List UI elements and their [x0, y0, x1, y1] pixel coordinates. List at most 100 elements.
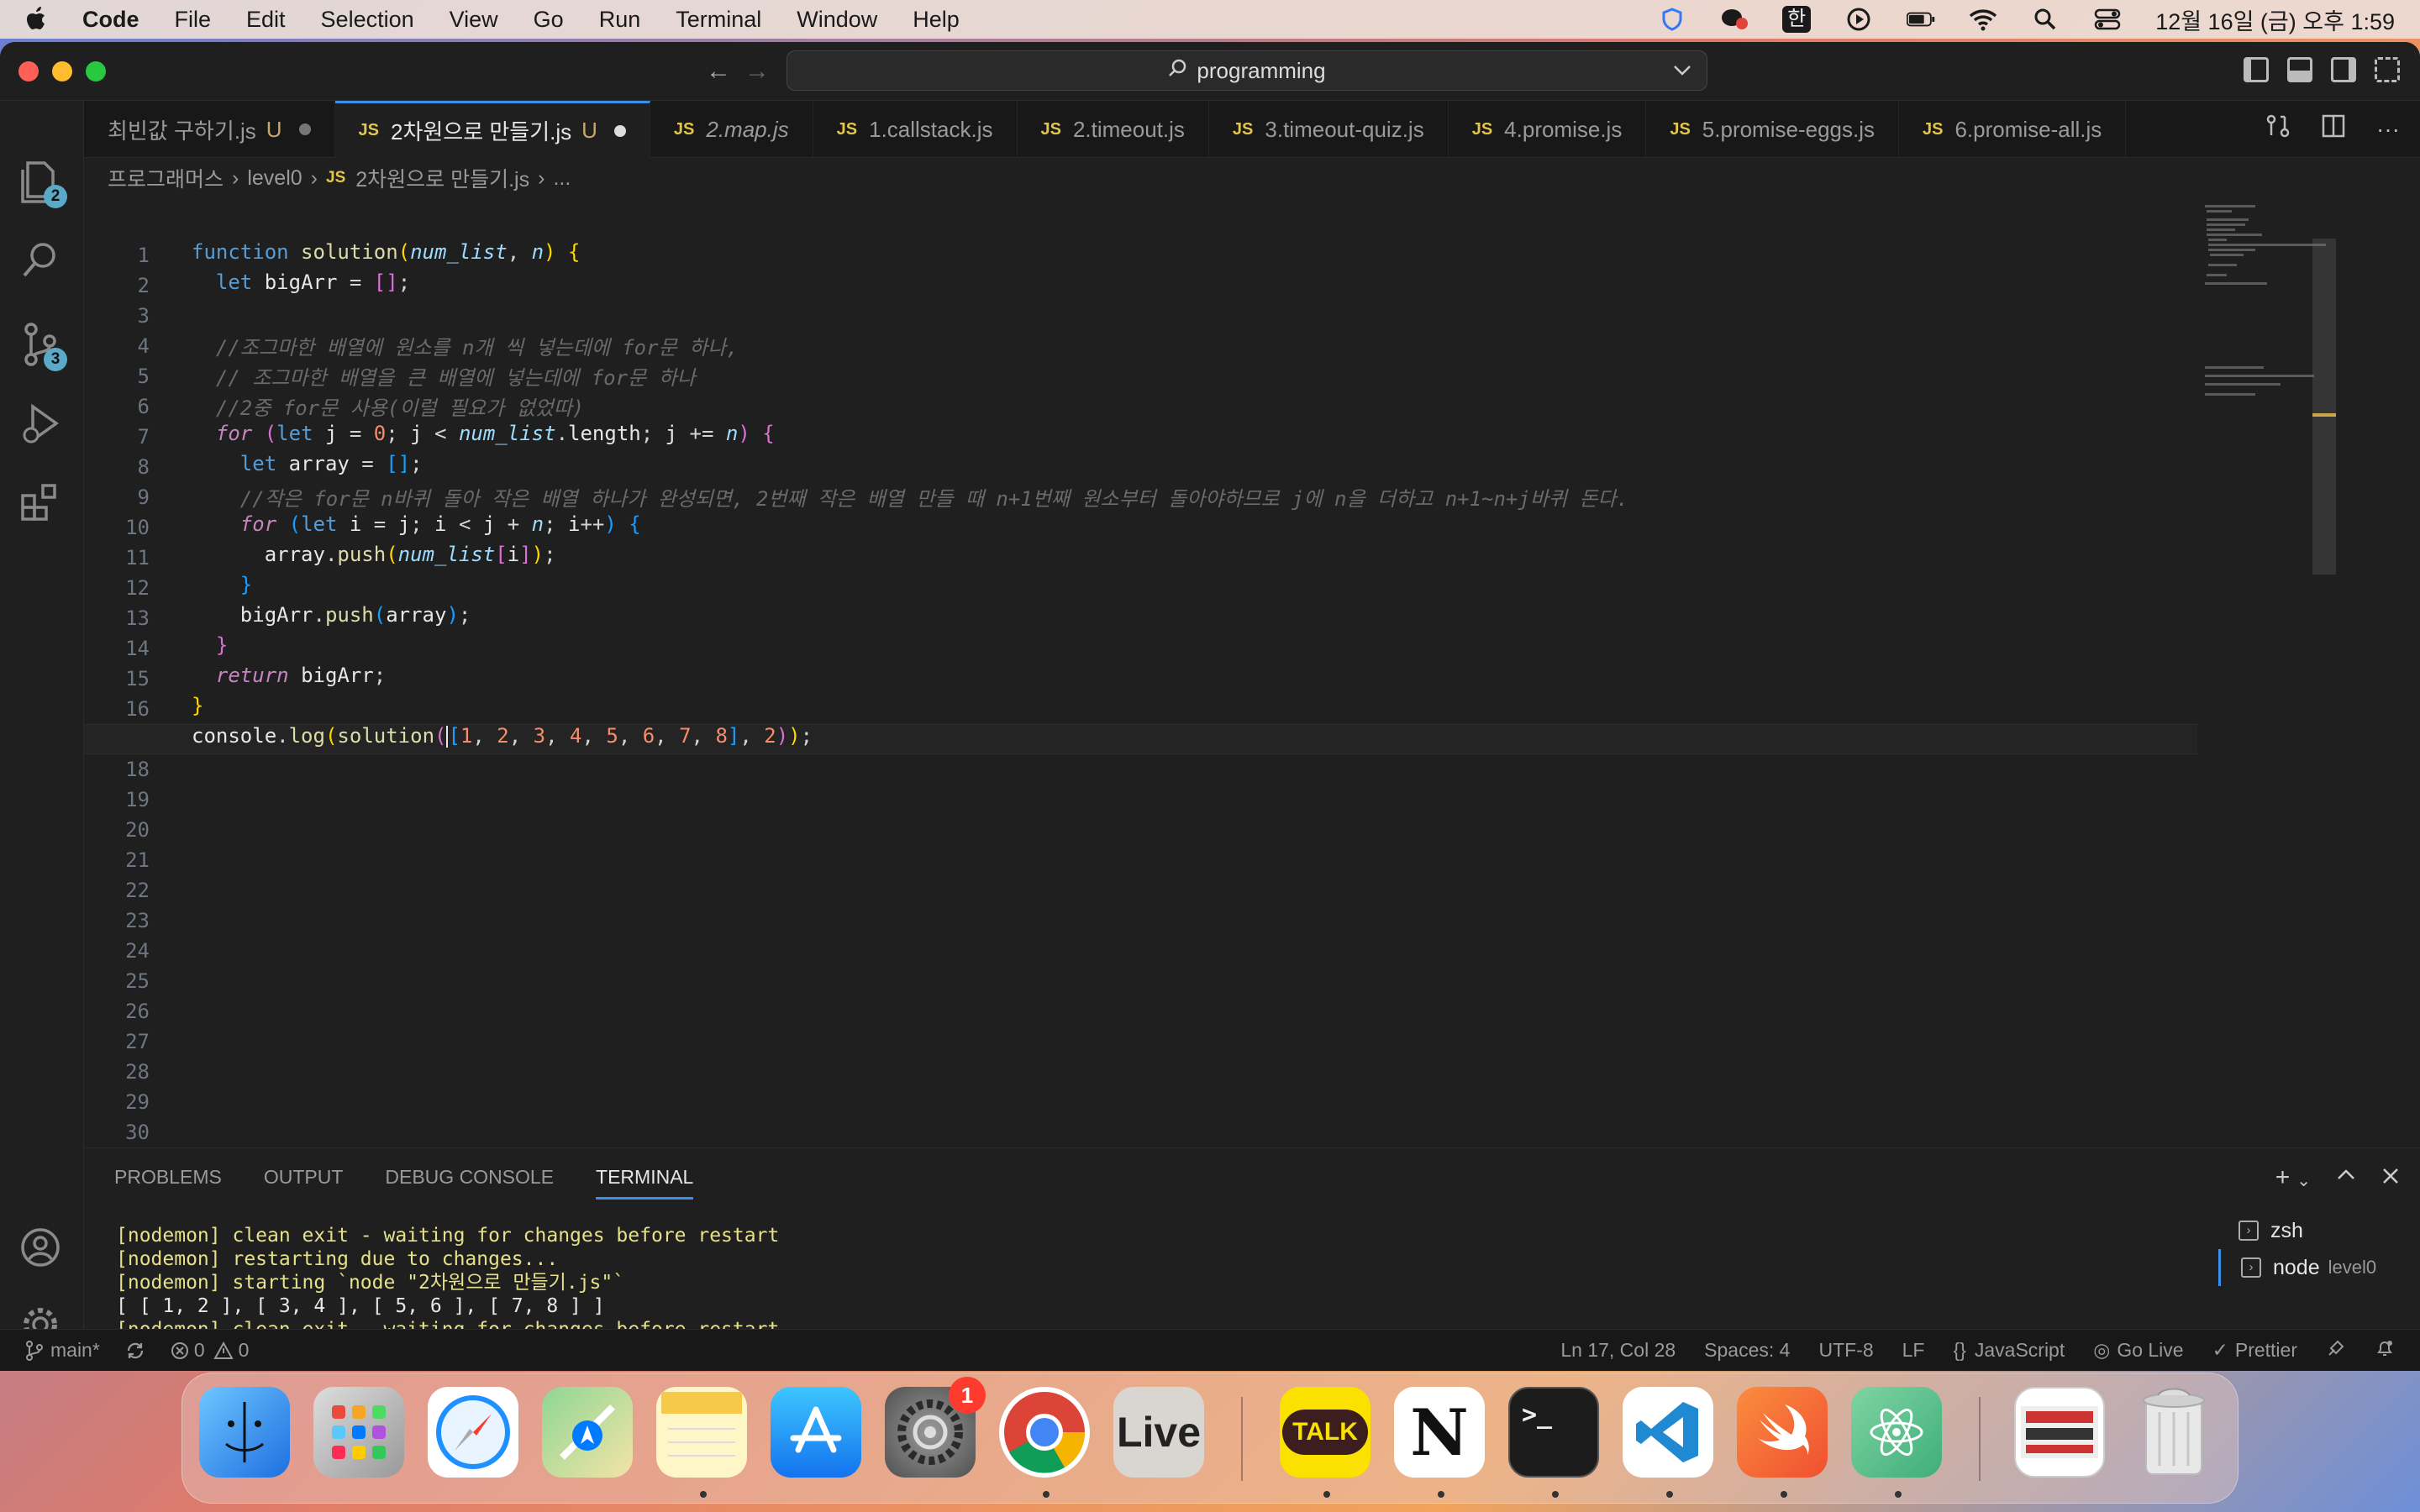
- code-line-1[interactable]: function solution(num_list, n) {: [192, 240, 580, 264]
- menu-selection[interactable]: Selection: [321, 7, 414, 33]
- prettier-status[interactable]: ✓ Prettier: [2212, 1339, 2297, 1362]
- branch-indicator[interactable]: main*: [25, 1339, 100, 1362]
- breadcrumb-item[interactable]: level0: [247, 166, 302, 191]
- unsaved-dot-icon[interactable]: [613, 124, 626, 137]
- close-window-button[interactable]: [18, 61, 39, 81]
- tab-2d-array[interactable]: JS 2차원으로 만들기.js U: [334, 101, 650, 158]
- menu-edit[interactable]: Edit: [246, 7, 286, 33]
- code-line-8[interactable]: let array = [];: [192, 452, 423, 475]
- maximize-window-button[interactable]: [86, 61, 106, 81]
- tab-terminal[interactable]: TERMINAL: [596, 1166, 694, 1200]
- control-center-icon[interactable]: [2093, 7, 2122, 32]
- editor-scrollbar[interactable]: [2312, 239, 2336, 575]
- breadcrumb-item[interactable]: ...: [553, 166, 571, 191]
- feedback-icon[interactable]: [2326, 1338, 2346, 1363]
- menubar-clock[interactable]: 12월 16일 (금) 오후 1:59: [2155, 3, 2395, 36]
- unsaved-dot-icon[interactable]: [298, 123, 311, 135]
- code-line-10[interactable]: for (let i = j; i < j + n; i++) {: [192, 512, 641, 536]
- split-editor-icon[interactable]: [2321, 113, 2346, 144]
- accounts-icon[interactable]: [17, 1226, 64, 1273]
- maximize-panel-chevron-up-icon[interactable]: [2336, 1163, 2356, 1192]
- tab-promise-all[interactable]: JS 6.promise-all.js: [1899, 101, 2127, 158]
- battery-icon[interactable]: [1907, 7, 1935, 32]
- spotlight-search-icon[interactable]: [2031, 7, 2060, 32]
- customize-layout-icon[interactable]: [2375, 57, 2400, 82]
- atom-app-icon[interactable]: [1851, 1387, 1942, 1478]
- code-line-7[interactable]: for (let j = 0; j < num_list.length; j +…: [192, 422, 775, 445]
- toggle-primary-sidebar-icon[interactable]: [2244, 57, 2269, 82]
- kakaotalk-app-icon[interactable]: TALK: [1280, 1387, 1370, 1478]
- explorer-icon[interactable]: 2: [17, 158, 67, 208]
- chat-notification-icon[interactable]: [1720, 7, 1749, 32]
- tab-debug-console[interactable]: DEBUG CONSOLE: [385, 1166, 554, 1189]
- problems-indicator[interactable]: 0 0: [171, 1339, 249, 1362]
- code-editor[interactable]: 1234567891011121314151617181920212223242…: [84, 198, 2336, 1147]
- terminal-instance-node[interactable]: › node level0: [2218, 1249, 2420, 1286]
- close-panel-icon[interactable]: [2381, 1163, 2400, 1192]
- swift-playgrounds-app-icon[interactable]: [1737, 1387, 1828, 1478]
- apple-menu-icon[interactable]: [25, 6, 49, 33]
- code-line-16[interactable]: }: [192, 694, 203, 717]
- more-actions-icon[interactable]: ···: [2376, 116, 2400, 143]
- app-store-app-icon[interactable]: [771, 1387, 861, 1478]
- language-mode[interactable]: {} JavaScript: [1953, 1339, 2065, 1362]
- code-line-15[interactable]: return bigArr;: [192, 664, 386, 687]
- tab-timeout[interactable]: JS 2.timeout.js: [1018, 101, 1209, 158]
- code-line-17[interactable]: console.log(solution([1, 2, 3, 4, 5, 6, …: [192, 724, 813, 748]
- menu-app-name[interactable]: Code: [82, 7, 139, 33]
- end-of-line[interactable]: LF: [1902, 1339, 1925, 1362]
- safari-app-icon[interactable]: [428, 1387, 518, 1478]
- tab-output[interactable]: OUTPUT: [264, 1166, 344, 1189]
- go-live-button[interactable]: ◎ Go Live: [2093, 1339, 2183, 1362]
- launchpad-app-icon[interactable]: [313, 1387, 404, 1478]
- chevron-down-icon[interactable]: [1673, 60, 1691, 81]
- breadcrumb-item[interactable]: 2차원으로 만들기.js: [355, 163, 529, 193]
- toggle-secondary-sidebar-icon[interactable]: [2331, 57, 2356, 82]
- source-control-icon[interactable]: 3: [17, 321, 67, 371]
- input-source-indicator[interactable]: 한: [1782, 6, 1812, 33]
- chevron-down-icon[interactable]: ⌄: [2296, 1170, 2311, 1192]
- breadcrumb-item[interactable]: 프로그래머스: [108, 163, 224, 193]
- menu-window[interactable]: Window: [797, 7, 877, 33]
- menu-go[interactable]: Go: [534, 7, 564, 33]
- back-arrow-icon[interactable]: ←: [706, 57, 731, 86]
- cursor-position[interactable]: Ln 17, Col 28: [1560, 1339, 1676, 1362]
- maps-app-icon[interactable]: [542, 1387, 633, 1478]
- live-app-icon[interactable]: Live: [1113, 1387, 1204, 1478]
- trash-icon[interactable]: [2128, 1387, 2219, 1478]
- open-changes-icon[interactable]: [2265, 113, 2291, 144]
- tab-mode-value[interactable]: 최빈값 구하기.js U: [84, 101, 335, 158]
- encoding[interactable]: UTF-8: [1818, 1339, 1873, 1362]
- code-line-9[interactable]: //작은 for문 n바퀴 돌아 작은 배열 하나가 완성되면, 2번째 작은 …: [192, 482, 1628, 512]
- notes-app-icon[interactable]: [656, 1387, 747, 1478]
- tab-timeout-quiz[interactable]: JS 3.timeout-quiz.js: [1209, 101, 1449, 158]
- shield-icon[interactable]: [1658, 7, 1686, 32]
- menu-view[interactable]: View: [450, 7, 498, 33]
- code-line-2[interactable]: let bigArr = [];: [192, 270, 410, 294]
- toggle-panel-icon[interactable]: [2287, 57, 2312, 82]
- minimize-window-button[interactable]: [52, 61, 72, 81]
- play-circle-icon[interactable]: [1844, 7, 1873, 32]
- tab-problems[interactable]: PROBLEMS: [114, 1166, 222, 1189]
- code-line-4[interactable]: //조그마한 배열에 원소를 n개 씩 넣는데에 for문 하나,: [192, 331, 739, 360]
- notifications-bell-icon[interactable]: [2375, 1338, 2395, 1363]
- finder-app-icon[interactable]: [199, 1387, 290, 1478]
- tab-promise[interactable]: JS 4.promise.js: [1449, 101, 1647, 158]
- downloads-stack-icon[interactable]: [2014, 1387, 2105, 1478]
- wifi-icon[interactable]: [1969, 7, 1997, 32]
- code-line-11[interactable]: array.push(num_list[i]);: [192, 543, 556, 566]
- menu-terminal[interactable]: Terminal: [676, 7, 761, 33]
- command-center-search[interactable]: programming: [786, 50, 1707, 91]
- code-line-13[interactable]: bigArr.push(array);: [192, 603, 471, 627]
- tab-map[interactable]: JS 2.map.js: [650, 101, 813, 158]
- extensions-icon[interactable]: [17, 480, 64, 528]
- tab-callstack[interactable]: JS 1.callstack.js: [813, 101, 1018, 158]
- minimap[interactable]: [2202, 198, 2328, 534]
- sync-icon[interactable]: [125, 1341, 145, 1361]
- new-terminal-plus-icon[interactable]: +: [2275, 1163, 2291, 1192]
- menu-file[interactable]: File: [175, 7, 212, 33]
- chrome-app-icon[interactable]: [999, 1387, 1090, 1478]
- indentation[interactable]: Spaces: 4: [1704, 1339, 1790, 1362]
- code-line-12[interactable]: }: [192, 573, 252, 596]
- terminal-app-icon[interactable]: >_: [1508, 1387, 1599, 1478]
